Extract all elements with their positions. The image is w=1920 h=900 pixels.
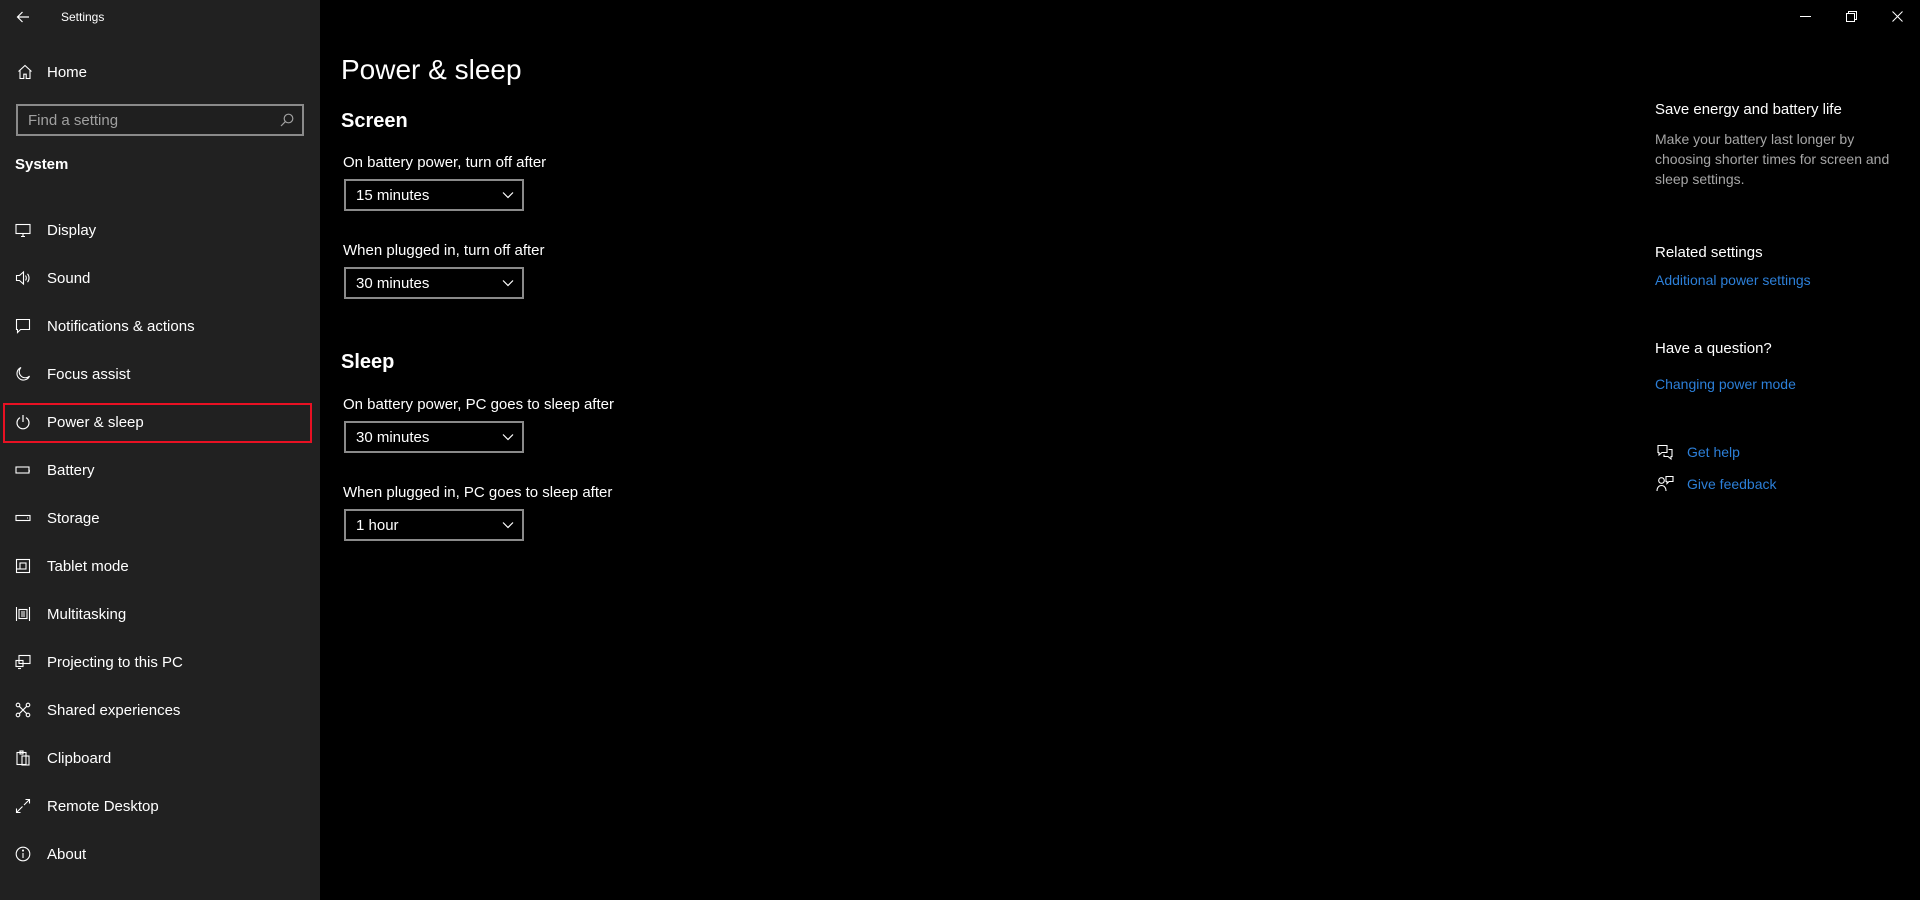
back-arrow-icon: [16, 11, 29, 23]
clipboard-icon: [15, 750, 31, 766]
sidebar-item-label: Remote Desktop: [47, 797, 159, 815]
dropdown-value: 30 minutes: [356, 274, 430, 292]
sidebar-item-focus-assist[interactable]: Focus assist: [0, 350, 320, 398]
get-help-link[interactable]: Get help: [1655, 442, 1740, 462]
back-button[interactable]: [0, 0, 46, 34]
sleep-heading: Sleep: [341, 351, 395, 373]
sidebar-item-multitasking[interactable]: Multitasking: [0, 590, 320, 638]
sidebar-item-label: Battery: [47, 461, 95, 479]
sidebar-item-display[interactable]: Display: [0, 206, 320, 254]
battery-icon: [15, 462, 31, 478]
sidebar-item-label: Clipboard: [47, 749, 112, 767]
sidebar-item-notifications[interactable]: Notifications & actions: [0, 302, 320, 350]
save-energy-heading: Save energy and battery life: [1655, 101, 1842, 118]
sleep-battery-dropdown[interactable]: 30 minutes: [344, 421, 524, 453]
search-input[interactable]: [18, 106, 272, 134]
give-feedback-label: Give feedback: [1687, 476, 1777, 492]
close-icon: [1891, 10, 1903, 22]
sidebar-item-battery[interactable]: Battery: [0, 446, 320, 494]
message-icon: [15, 318, 31, 334]
power-icon: [15, 414, 31, 430]
sidebar-item-power-sleep[interactable]: Power & sleep: [0, 398, 320, 446]
sidebar-item-label: Display: [47, 221, 97, 239]
save-energy-description: Make your battery last longer by choosin…: [1655, 131, 1890, 187]
sidebar-item-label: Storage: [47, 509, 100, 527]
sidebar-item-remote-desktop[interactable]: Remote Desktop: [0, 782, 320, 830]
restore-button[interactable]: [1828, 0, 1874, 32]
changing-power-mode-link[interactable]: Changing power mode: [1655, 376, 1796, 392]
minimize-icon: [1799, 15, 1811, 17]
sidebar-item-projecting[interactable]: Projecting to this PC: [0, 638, 320, 686]
app-title: Settings: [61, 10, 105, 24]
sidebar-item-tablet-mode[interactable]: Tablet mode: [0, 542, 320, 590]
sidebar-item-home-label: Home: [47, 63, 88, 81]
sidebar-item-clipboard[interactable]: Clipboard: [0, 734, 320, 782]
speaker-icon: [15, 270, 31, 286]
chevron-down-icon: [494, 269, 522, 297]
sidebar-item-label: Projecting to this PC: [47, 653, 183, 671]
sidebar-nav: Display Sound Notifications & actions Fo…: [0, 206, 320, 878]
monitor-icon: [15, 222, 31, 238]
home-icon: [18, 64, 32, 80]
chevron-down-icon: [494, 511, 522, 539]
sidebar-item-label: Notifications & actions: [47, 317, 195, 335]
sleep-plugged-label: When plugged in, PC goes to sleep after: [343, 484, 613, 501]
additional-power-settings-link[interactable]: Additional power settings: [1655, 272, 1811, 288]
get-help-label: Get help: [1687, 444, 1740, 460]
sidebar-item-label: Sound: [47, 269, 91, 287]
chevron-down-icon: [494, 423, 522, 451]
sidebar-item-label: Power & sleep: [47, 413, 144, 431]
search-box[interactable]: [16, 104, 304, 136]
chevron-down-icon: [494, 181, 522, 209]
storage-icon: [15, 510, 31, 526]
give-feedback-link[interactable]: Give feedback: [1655, 474, 1777, 494]
screen-battery-dropdown[interactable]: 15 minutes: [344, 179, 524, 211]
dropdown-value: 1 hour: [356, 516, 399, 534]
sidebar-item-storage[interactable]: Storage: [0, 494, 320, 542]
sidebar-item-label: Shared experiences: [47, 701, 181, 719]
sidebar: Settings Home System Display: [0, 0, 320, 900]
window-controls: [1782, 0, 1920, 32]
close-button[interactable]: [1874, 0, 1920, 32]
screen-heading: Screen: [341, 110, 408, 132]
sidebar-item-shared-experiences[interactable]: Shared experiences: [0, 686, 320, 734]
sleep-battery-label: On battery power, PC goes to sleep after: [343, 396, 614, 413]
shared-icon: [15, 702, 31, 718]
sidebar-item-label: Multitasking: [47, 605, 127, 623]
sidebar-item-label: Tablet mode: [47, 557, 129, 575]
chat-help-icon: [1655, 442, 1675, 462]
sidebar-item-label: About: [47, 845, 87, 863]
related-settings-heading: Related settings: [1655, 244, 1763, 261]
screen-plugged-label: When plugged in, turn off after: [343, 242, 545, 259]
moon-icon: [15, 366, 31, 382]
minimize-button[interactable]: [1782, 0, 1828, 32]
search-icon[interactable]: [272, 106, 302, 134]
section-header-system: System: [15, 156, 69, 173]
projecting-icon: [15, 654, 31, 670]
main-content: Power & sleep Screen On battery power, t…: [320, 0, 1920, 900]
screen-battery-label: On battery power, turn off after: [343, 154, 547, 171]
sidebar-item-about[interactable]: About: [0, 830, 320, 878]
settings-window: Settings Home System Display: [0, 0, 1920, 900]
dropdown-value: 15 minutes: [356, 186, 430, 204]
tablet-icon: [15, 558, 31, 574]
sidebar-item-label: Focus assist: [47, 365, 131, 383]
title-bar: Settings: [0, 0, 320, 34]
feedback-person-icon: [1655, 474, 1675, 494]
sleep-plugged-dropdown[interactable]: 1 hour: [344, 509, 524, 541]
sidebar-item-home[interactable]: Home: [0, 56, 320, 88]
dropdown-value: 30 minutes: [356, 428, 430, 446]
info-icon: [15, 846, 31, 862]
sidebar-item-sound[interactable]: Sound: [0, 254, 320, 302]
have-a-question-heading: Have a question?: [1655, 340, 1772, 357]
page-title: Power & sleep: [341, 54, 522, 85]
restore-icon: [1845, 10, 1857, 22]
screen-plugged-dropdown[interactable]: 30 minutes: [344, 267, 524, 299]
multitasking-icon: [15, 606, 31, 622]
remote-desktop-icon: [15, 798, 31, 814]
